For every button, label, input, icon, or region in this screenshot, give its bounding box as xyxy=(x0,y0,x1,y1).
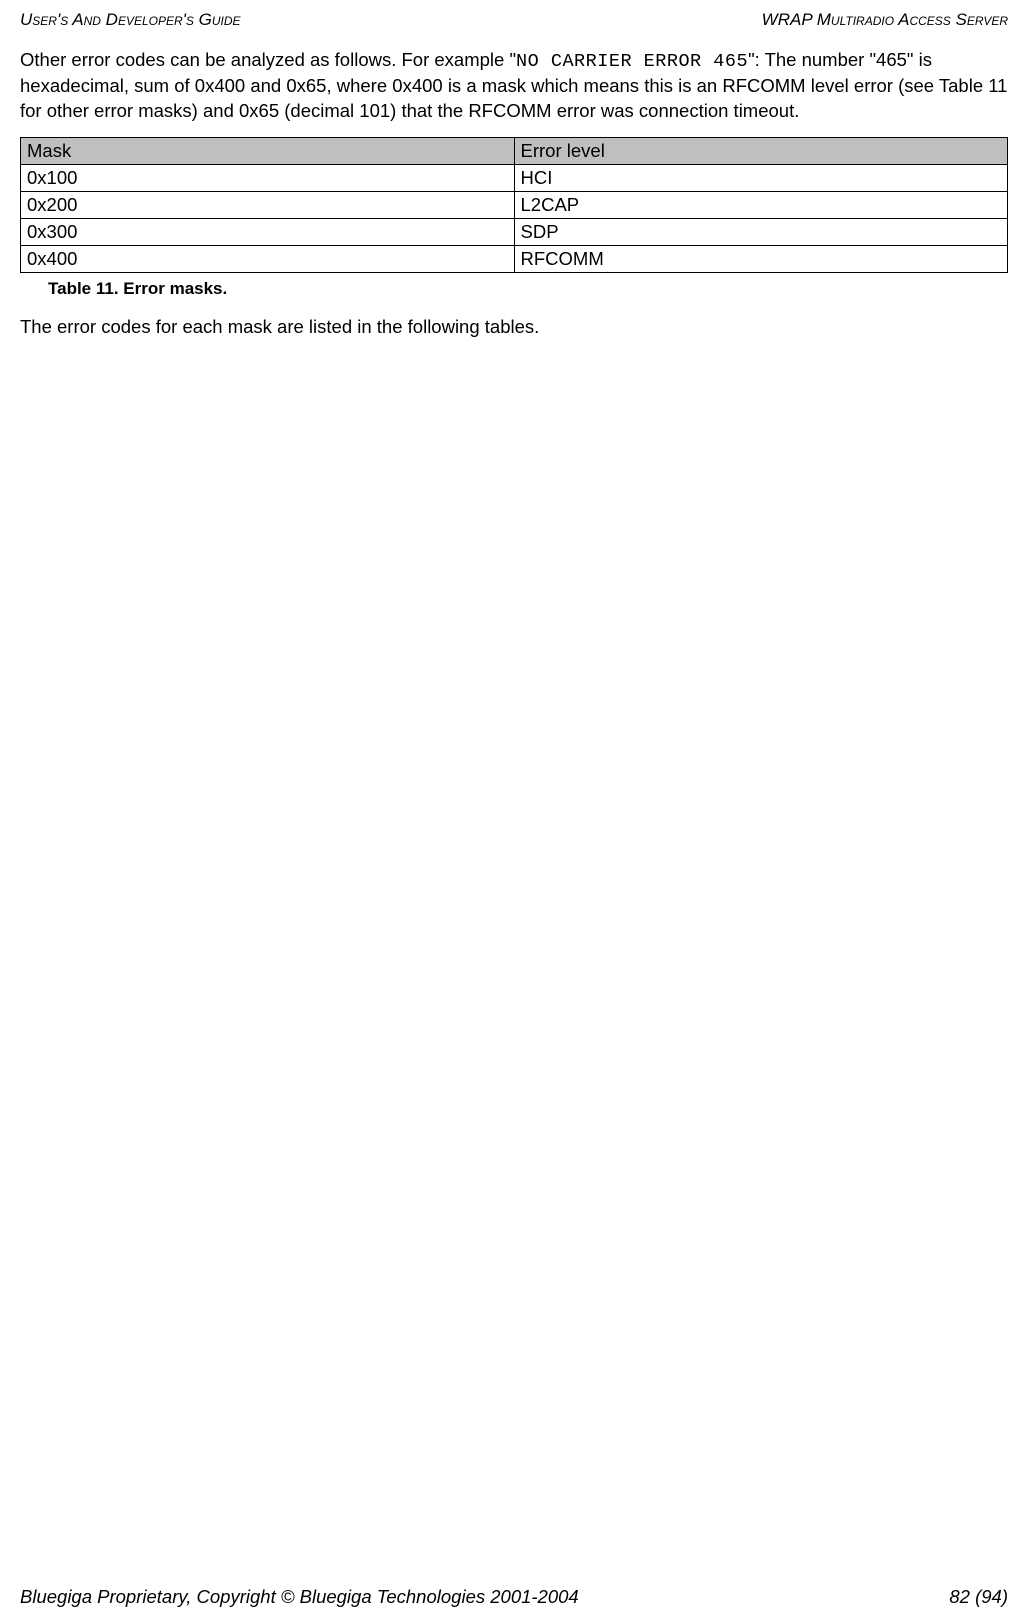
table-cell: L2CAP xyxy=(514,192,1008,219)
table-cell: 0x400 xyxy=(21,246,515,273)
table-row: 0x300 SDP xyxy=(21,219,1008,246)
table-header-mask: Mask xyxy=(21,138,515,165)
footer-right: 82 (94) xyxy=(949,1586,1008,1608)
page-footer: Bluegiga Proprietary, Copyright © Bluegi… xyxy=(20,1586,1008,1608)
table-row: 0x100 HCI xyxy=(21,165,1008,192)
table-cell: 0x200 xyxy=(21,192,515,219)
para1-before: Other error codes can be analyzed as fol… xyxy=(20,49,516,70)
table-row: 0x400 RFCOMM xyxy=(21,246,1008,273)
table-header-errorlevel: Error level xyxy=(514,138,1008,165)
followup-paragraph: The error codes for each mask are listed… xyxy=(20,315,1008,339)
table-cell: SDP xyxy=(514,219,1008,246)
intro-paragraph: Other error codes can be analyzed as fol… xyxy=(20,48,1008,123)
table-cell: HCI xyxy=(514,165,1008,192)
table-cell: RFCOMM xyxy=(514,246,1008,273)
error-masks-table: Mask Error level 0x100 HCI 0x200 L2CAP 0… xyxy=(20,137,1008,273)
table-row: 0x200 L2CAP xyxy=(21,192,1008,219)
page-header: User's And Developer's Guide WRAP Multir… xyxy=(20,10,1008,30)
para1-code: NO CARRIER ERROR 465 xyxy=(516,51,748,72)
header-right: WRAP Multiradio Access Server xyxy=(762,10,1008,30)
table-caption: Table 11. Error masks. xyxy=(48,279,1008,299)
header-left: User's And Developer's Guide xyxy=(20,10,241,30)
table-cell: 0x300 xyxy=(21,219,515,246)
table-header-row: Mask Error level xyxy=(21,138,1008,165)
table-cell: 0x100 xyxy=(21,165,515,192)
footer-left: Bluegiga Proprietary, Copyright © Bluegi… xyxy=(20,1586,579,1608)
